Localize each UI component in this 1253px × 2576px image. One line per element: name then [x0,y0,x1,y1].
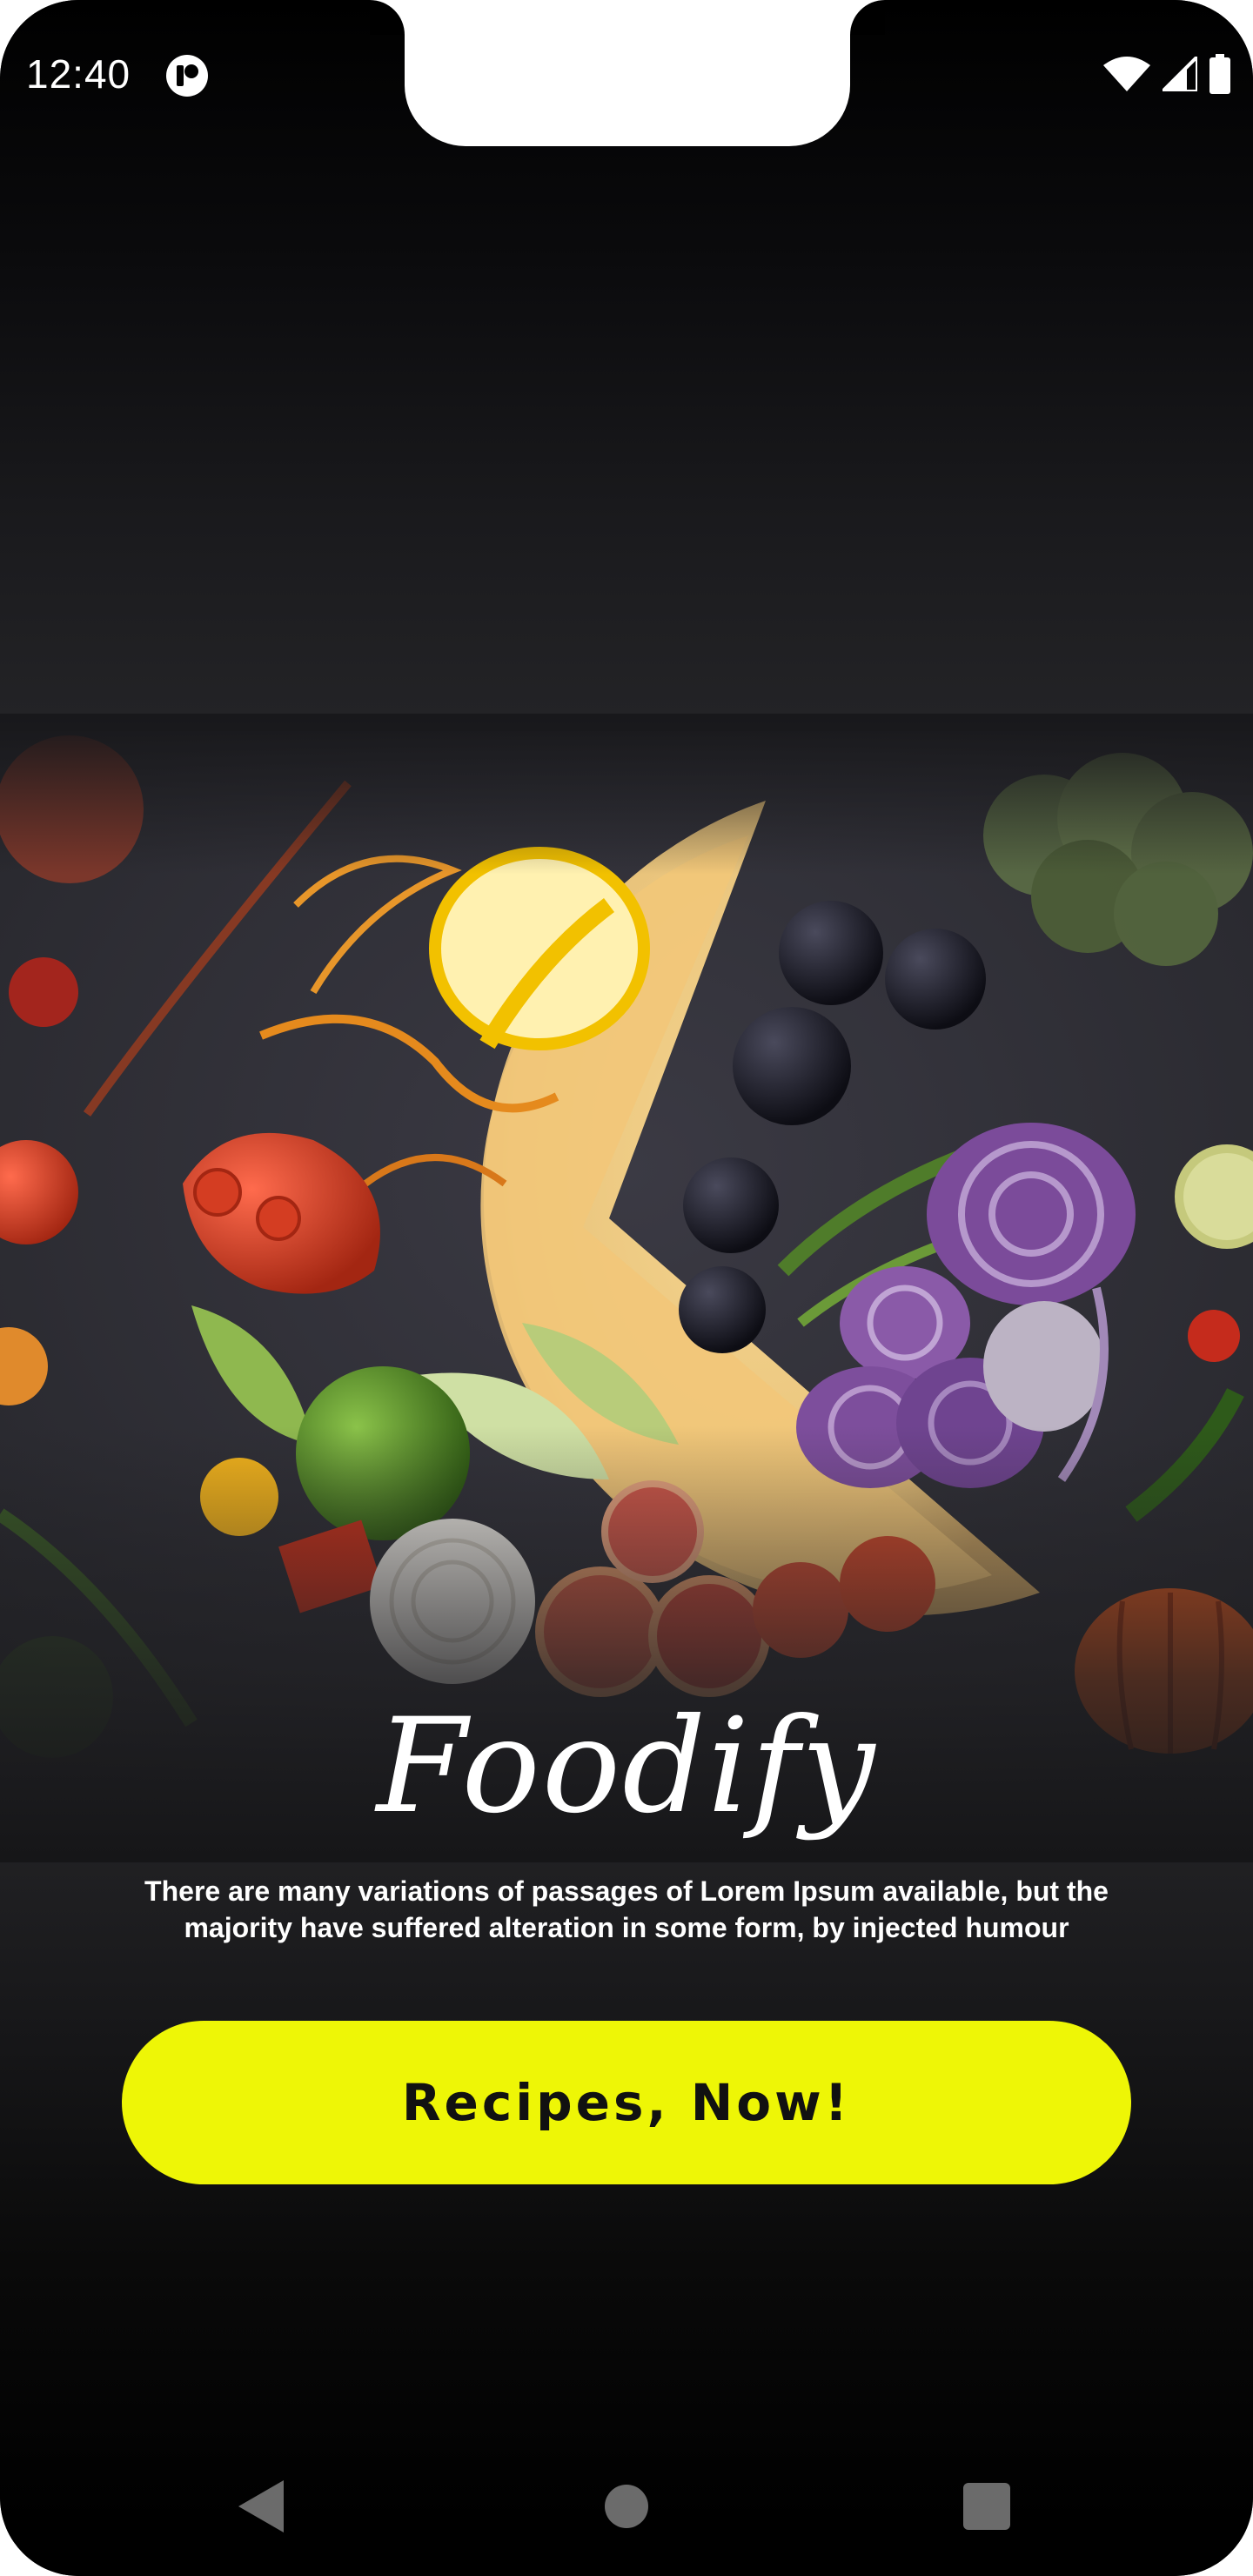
display-notch [405,0,850,146]
back-icon [238,2480,284,2532]
notch-corner-right [850,0,885,35]
recents-icon [963,2483,1010,2530]
app-title: Foodify [376,1691,877,1842]
battery-icon [1209,54,1230,94]
recents-button[interactable] [955,2475,1018,2538]
system-navigation-bar [0,2437,1253,2576]
recipes-now-button-label: Recipes, Now! [401,2073,852,2132]
app-description: There are many variations of passages of… [144,1875,1109,1943]
wifi-icon [1103,57,1150,91]
cellular-signal-icon [1163,57,1197,91]
notch-corner-left [370,0,405,35]
recipes-now-button[interactable]: Recipes, Now! [122,2021,1131,2184]
home-button[interactable] [595,2475,658,2538]
app-screen: 12:40 Foodify There are many variations … [0,0,1253,2576]
status-time: 12:40 [26,51,131,97]
status-icons [1103,52,1230,96]
hero-food-illustration [0,731,1253,1828]
home-icon [605,2485,648,2528]
back-button[interactable] [230,2475,292,2538]
app-notification-icon [166,55,208,97]
